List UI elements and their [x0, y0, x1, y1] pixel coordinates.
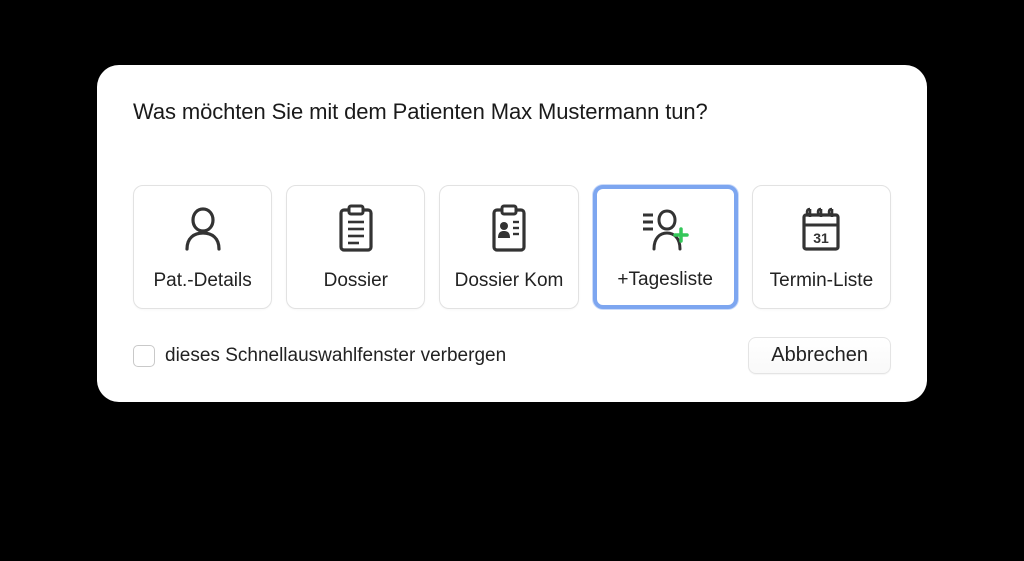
option-patient-details[interactable]: Pat.-Details [133, 185, 272, 309]
person-add-list-icon [637, 204, 693, 258]
dialog-footer: dieses Schnellauswahlfenster verbergen A… [133, 337, 891, 374]
option-label: Pat.-Details [154, 270, 252, 292]
dialog-title: Was möchten Sie mit dem Patienten Max Mu… [133, 99, 891, 125]
option-dossier-kom[interactable]: Dossier Kom [439, 185, 578, 309]
option-label: Dossier [324, 270, 388, 292]
calendar-icon: 31 [798, 202, 844, 256]
checkbox-box-icon [133, 345, 155, 367]
cancel-button[interactable]: Abbrechen [748, 337, 891, 374]
option-label: +Tagesliste [617, 269, 713, 291]
checkbox-label: dieses Schnellauswahlfenster verbergen [165, 345, 506, 367]
option-termin-liste[interactable]: 31 Termin-Liste [752, 185, 891, 309]
clipboard-icon [335, 202, 377, 256]
options-row: Pat.-Details Dossier [133, 185, 891, 309]
option-dossier[interactable]: Dossier [286, 185, 425, 309]
svg-text:31: 31 [814, 230, 830, 246]
clipboard-person-icon [488, 202, 530, 256]
option-label: Dossier Kom [455, 270, 564, 292]
option-tagesliste[interactable]: +Tagesliste [593, 185, 738, 309]
quick-action-dialog: Was möchten Sie mit dem Patienten Max Mu… [97, 65, 927, 402]
hide-quickselect-checkbox[interactable]: dieses Schnellauswahlfenster verbergen [133, 345, 506, 367]
option-label: Termin-Liste [770, 270, 873, 292]
person-icon [181, 202, 225, 256]
